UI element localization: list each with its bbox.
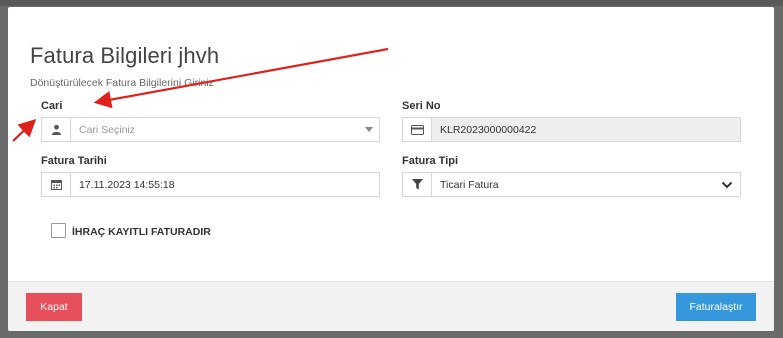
fatura-tipi-label: Fatura Tipi — [402, 155, 459, 167]
seri-no-label: Seri No — [402, 100, 441, 112]
cari-select[interactable]: Cari Seçiniz — [41, 117, 380, 142]
cari-placeholder: Cari Seçiniz — [79, 123, 136, 136]
invoice-modal: Fatura Bilgileri jhvh Dönüştürülecek Fat… — [8, 7, 774, 331]
modal-subtitle: Dönüştürülecek Fatura Bilgilerini Girini… — [30, 77, 214, 89]
seri-no-field: KLR2023000000422 — [402, 117, 741, 142]
ihrac-checkbox-label: İHRAÇ KAYITLI FATURADIR — [72, 226, 211, 238]
fatura-tipi-select[interactable]: Ticari Fatura — [402, 172, 741, 197]
calendar-icon — [42, 173, 71, 196]
cari-label: Cari — [41, 100, 63, 112]
fatura-tarihi-input[interactable]: 17.11.2023 14:55:18 — [41, 172, 380, 197]
close-button[interactable]: Kapat — [26, 293, 82, 321]
filter-icon — [403, 173, 432, 196]
fatura-tarihi-label: Fatura Tarihi — [41, 155, 107, 167]
invoice-submit-button[interactable]: Faturalaştır — [676, 293, 756, 321]
user-icon — [42, 118, 71, 141]
modal-body: Fatura Bilgileri jhvh Dönüştürülecek Fat… — [8, 7, 774, 281]
modal-footer: Kapat Faturalaştır — [8, 281, 774, 331]
caret-down-icon — [359, 118, 379, 141]
fatura-tarihi-value: 17.11.2023 14:55:18 — [79, 178, 175, 191]
backdrop — [0, 0, 783, 6]
chevron-down-icon — [714, 173, 740, 196]
modal-title: Fatura Bilgileri jhvh — [30, 43, 220, 68]
seri-no-value: KLR2023000000422 — [432, 118, 740, 141]
credit-card-icon — [403, 118, 432, 141]
fatura-tipi-value: Ticari Fatura — [440, 178, 499, 191]
ihrac-checkbox[interactable] — [51, 223, 66, 238]
